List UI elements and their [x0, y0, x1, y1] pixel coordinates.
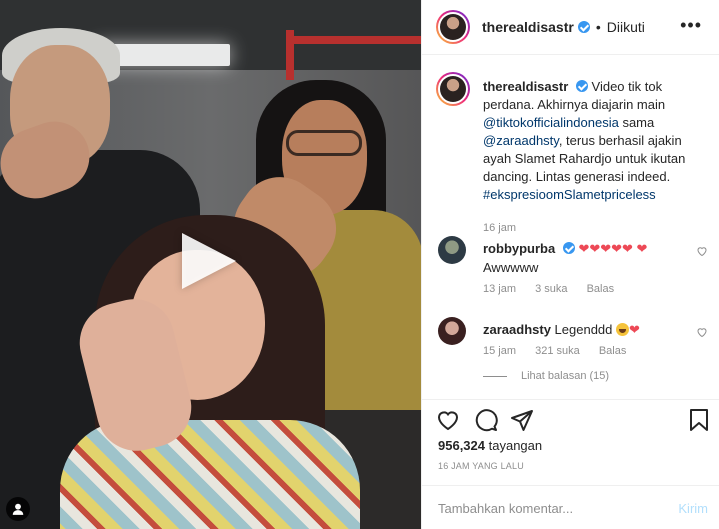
- view-count[interactable]: 956,324 tayangan: [438, 438, 542, 453]
- comment-input[interactable]: [438, 498, 658, 518]
- comment-time: 13 jam: [483, 283, 517, 295]
- caption-text: therealdisastr Video tik tok perdana. Ak…: [483, 78, 708, 204]
- caption-avatar-image: [440, 76, 466, 102]
- play-icon[interactable]: [182, 233, 236, 289]
- comment-meta: 13 jam 3 suka Balas: [483, 283, 630, 295]
- comment-text: zaraadhsty Legenddd ❤: [483, 320, 683, 339]
- share-icon[interactable]: [510, 408, 534, 432]
- view-replies-label: Lihat balasan (15): [521, 370, 610, 382]
- verified-badge-icon: [577, 21, 590, 33]
- add-comment-bar: Kirim: [422, 485, 719, 529]
- follow-button[interactable]: Diikuti: [607, 19, 645, 35]
- heart-emoji-icon: ❤: [629, 322, 640, 337]
- verified-badge-icon: [575, 80, 588, 92]
- reply-button[interactable]: Balas: [599, 345, 627, 357]
- red-pipe: [286, 36, 421, 44]
- comment-likes[interactable]: 321 suka: [535, 345, 580, 357]
- post-header: therealdisastr • Diikuti •••: [422, 0, 719, 55]
- comment-likes[interactable]: 3 suka: [535, 283, 567, 295]
- hashtag-link[interactable]: #ekspresioomSlametpriceless: [483, 187, 656, 202]
- comments-list[interactable]: therealdisastr Video tik tok perdana. Ak…: [422, 56, 719, 399]
- replies-divider: [483, 375, 507, 377]
- mention-link[interactable]: @tiktokofficialindonesia: [483, 115, 619, 130]
- avatar-border: [438, 12, 468, 42]
- video-media[interactable]: [0, 0, 421, 529]
- header-username[interactable]: therealdisastr: [482, 19, 574, 35]
- avatar[interactable]: [436, 10, 470, 44]
- caption-username[interactable]: therealdisastr: [483, 79, 568, 94]
- comment-time: 15 jam: [483, 345, 517, 357]
- avatar-image: [440, 14, 466, 40]
- like-comment-heart-icon[interactable]: [696, 245, 708, 257]
- comment-avatar[interactable]: [438, 317, 466, 345]
- comment-icon[interactable]: [474, 408, 498, 432]
- comment-body: Legenddd: [554, 322, 613, 337]
- post-timestamp[interactable]: 16 JAM YANG LALU: [438, 461, 524, 471]
- red-pipe-vertical: [286, 30, 294, 80]
- header-separator: •: [595, 19, 601, 35]
- view-count-label: tayangan: [488, 438, 543, 453]
- verified-badge-icon: [562, 242, 575, 254]
- bookmark-icon[interactable]: [688, 408, 710, 432]
- post-panel: therealdisastr • Diikuti ••• therealdisa…: [421, 0, 719, 529]
- like-comment-heart-icon[interactable]: [696, 326, 708, 338]
- mention-link[interactable]: @zaraadhsty: [483, 133, 559, 148]
- comment-text: robbypurba ❤❤❤❤❤ ❤ Awwwww: [483, 239, 683, 277]
- comment-username[interactable]: robbypurba: [483, 241, 555, 256]
- comment-username[interactable]: zaraadhsty: [483, 322, 551, 337]
- comment-body: Awwwww: [483, 260, 539, 275]
- laughing-emoji-icon: [616, 323, 630, 336]
- heart-emoji-icon: ❤❤❤❤❤ ❤: [578, 241, 648, 256]
- person-right-glasses: [286, 130, 362, 156]
- caption-avatar[interactable]: [436, 72, 470, 106]
- caption-text-part-2: sama: [622, 115, 655, 130]
- user-silhouette-icon: [12, 503, 24, 515]
- view-replies-button[interactable]: Lihat balasan (15): [483, 370, 609, 382]
- heart-icon[interactable]: [436, 408, 460, 432]
- comment-avatar[interactable]: [438, 236, 466, 264]
- more-dots-icon[interactable]: •••: [680, 16, 702, 34]
- view-count-value: 956,324: [438, 438, 485, 453]
- comment-meta: 15 jam 321 suka Balas: [483, 345, 642, 357]
- tagged-user-icon[interactable]: [6, 497, 30, 521]
- caption-time: 16 jam: [483, 222, 517, 234]
- send-comment-button[interactable]: Kirim: [678, 501, 708, 516]
- caption-avatar-border: [438, 74, 468, 104]
- reply-button[interactable]: Balas: [587, 283, 615, 295]
- action-bar: [422, 399, 719, 439]
